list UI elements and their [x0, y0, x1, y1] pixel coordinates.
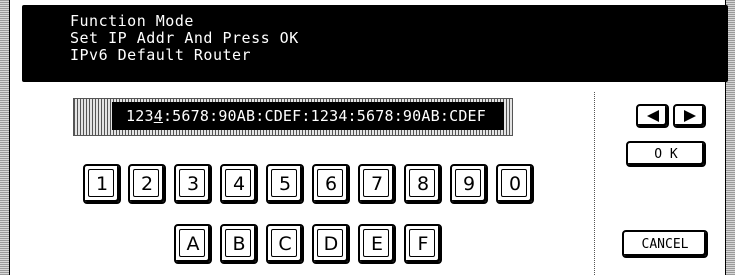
- key-0[interactable]: 0: [496, 164, 534, 204]
- mode-title: Function Mode: [70, 12, 194, 30]
- key-5[interactable]: 5: [266, 164, 304, 204]
- key-b[interactable]: B: [220, 224, 258, 264]
- key-e[interactable]: E: [358, 224, 396, 264]
- key-4-label: 4: [232, 173, 246, 195]
- key-6-label: 6: [324, 173, 338, 195]
- key-c[interactable]: C: [266, 224, 304, 264]
- key-f-label: F: [417, 233, 429, 255]
- address-cursor-char: 4: [153, 107, 163, 125]
- left-frame: [0, 0, 10, 275]
- key-e-label: E: [370, 233, 383, 255]
- key-4[interactable]: 4: [220, 164, 258, 204]
- address-display: 1234:5678:90AB:CDEF:1234:5678:90AB:CDEF: [112, 102, 504, 130]
- key-2[interactable]: 2: [128, 164, 166, 204]
- key-0-label: 0: [508, 173, 522, 195]
- key-b-label: B: [232, 233, 246, 255]
- setting-name: IPv6 Default Router: [70, 46, 252, 64]
- ok-button-label: O K: [654, 146, 678, 162]
- ok-button[interactable]: O K: [626, 141, 706, 167]
- key-c-label: C: [278, 233, 292, 255]
- cursor-left-button[interactable]: [636, 104, 669, 128]
- address-value: 1234:5678:90AB:CDEF:1234:5678:90AB:CDEF: [126, 107, 486, 125]
- key-9-label: 9: [462, 173, 476, 195]
- address-after-cursor: :5678:90AB:CDEF:1234:5678:90AB:CDEF: [162, 107, 487, 125]
- key-3[interactable]: 3: [174, 164, 212, 204]
- key-2-label: 2: [140, 173, 154, 195]
- left-arrow-icon: [646, 110, 659, 122]
- cursor-right-button[interactable]: [673, 104, 706, 128]
- key-8-label: 8: [416, 173, 430, 195]
- key-6[interactable]: 6: [312, 164, 350, 204]
- key-7[interactable]: 7: [358, 164, 396, 204]
- key-5-label: 5: [278, 173, 292, 195]
- cancel-button[interactable]: CANCEL: [622, 230, 708, 258]
- key-d-label: D: [323, 233, 339, 255]
- panel-divider: [594, 92, 595, 275]
- instruction-text: Set IP Addr And Press OK: [70, 29, 299, 47]
- key-a-label: A: [186, 233, 200, 255]
- key-9[interactable]: 9: [450, 164, 488, 204]
- key-3-label: 3: [186, 173, 200, 195]
- key-7-label: 7: [370, 173, 384, 195]
- right-arrow-icon: [683, 110, 696, 122]
- cancel-button-label: CANCEL: [641, 236, 689, 252]
- key-a[interactable]: A: [174, 224, 212, 264]
- key-d[interactable]: D: [312, 224, 350, 264]
- key-f[interactable]: F: [404, 224, 442, 264]
- address-before-cursor: 123: [126, 107, 154, 125]
- address-field[interactable]: 1234:5678:90AB:CDEF:1234:5678:90AB:CDEF: [73, 98, 513, 136]
- key-8[interactable]: 8: [404, 164, 442, 204]
- header-panel: Function Mode Set IP Addr And Press OK I…: [22, 5, 728, 82]
- key-1-label: 1: [95, 173, 109, 195]
- key-1[interactable]: 1: [83, 164, 121, 204]
